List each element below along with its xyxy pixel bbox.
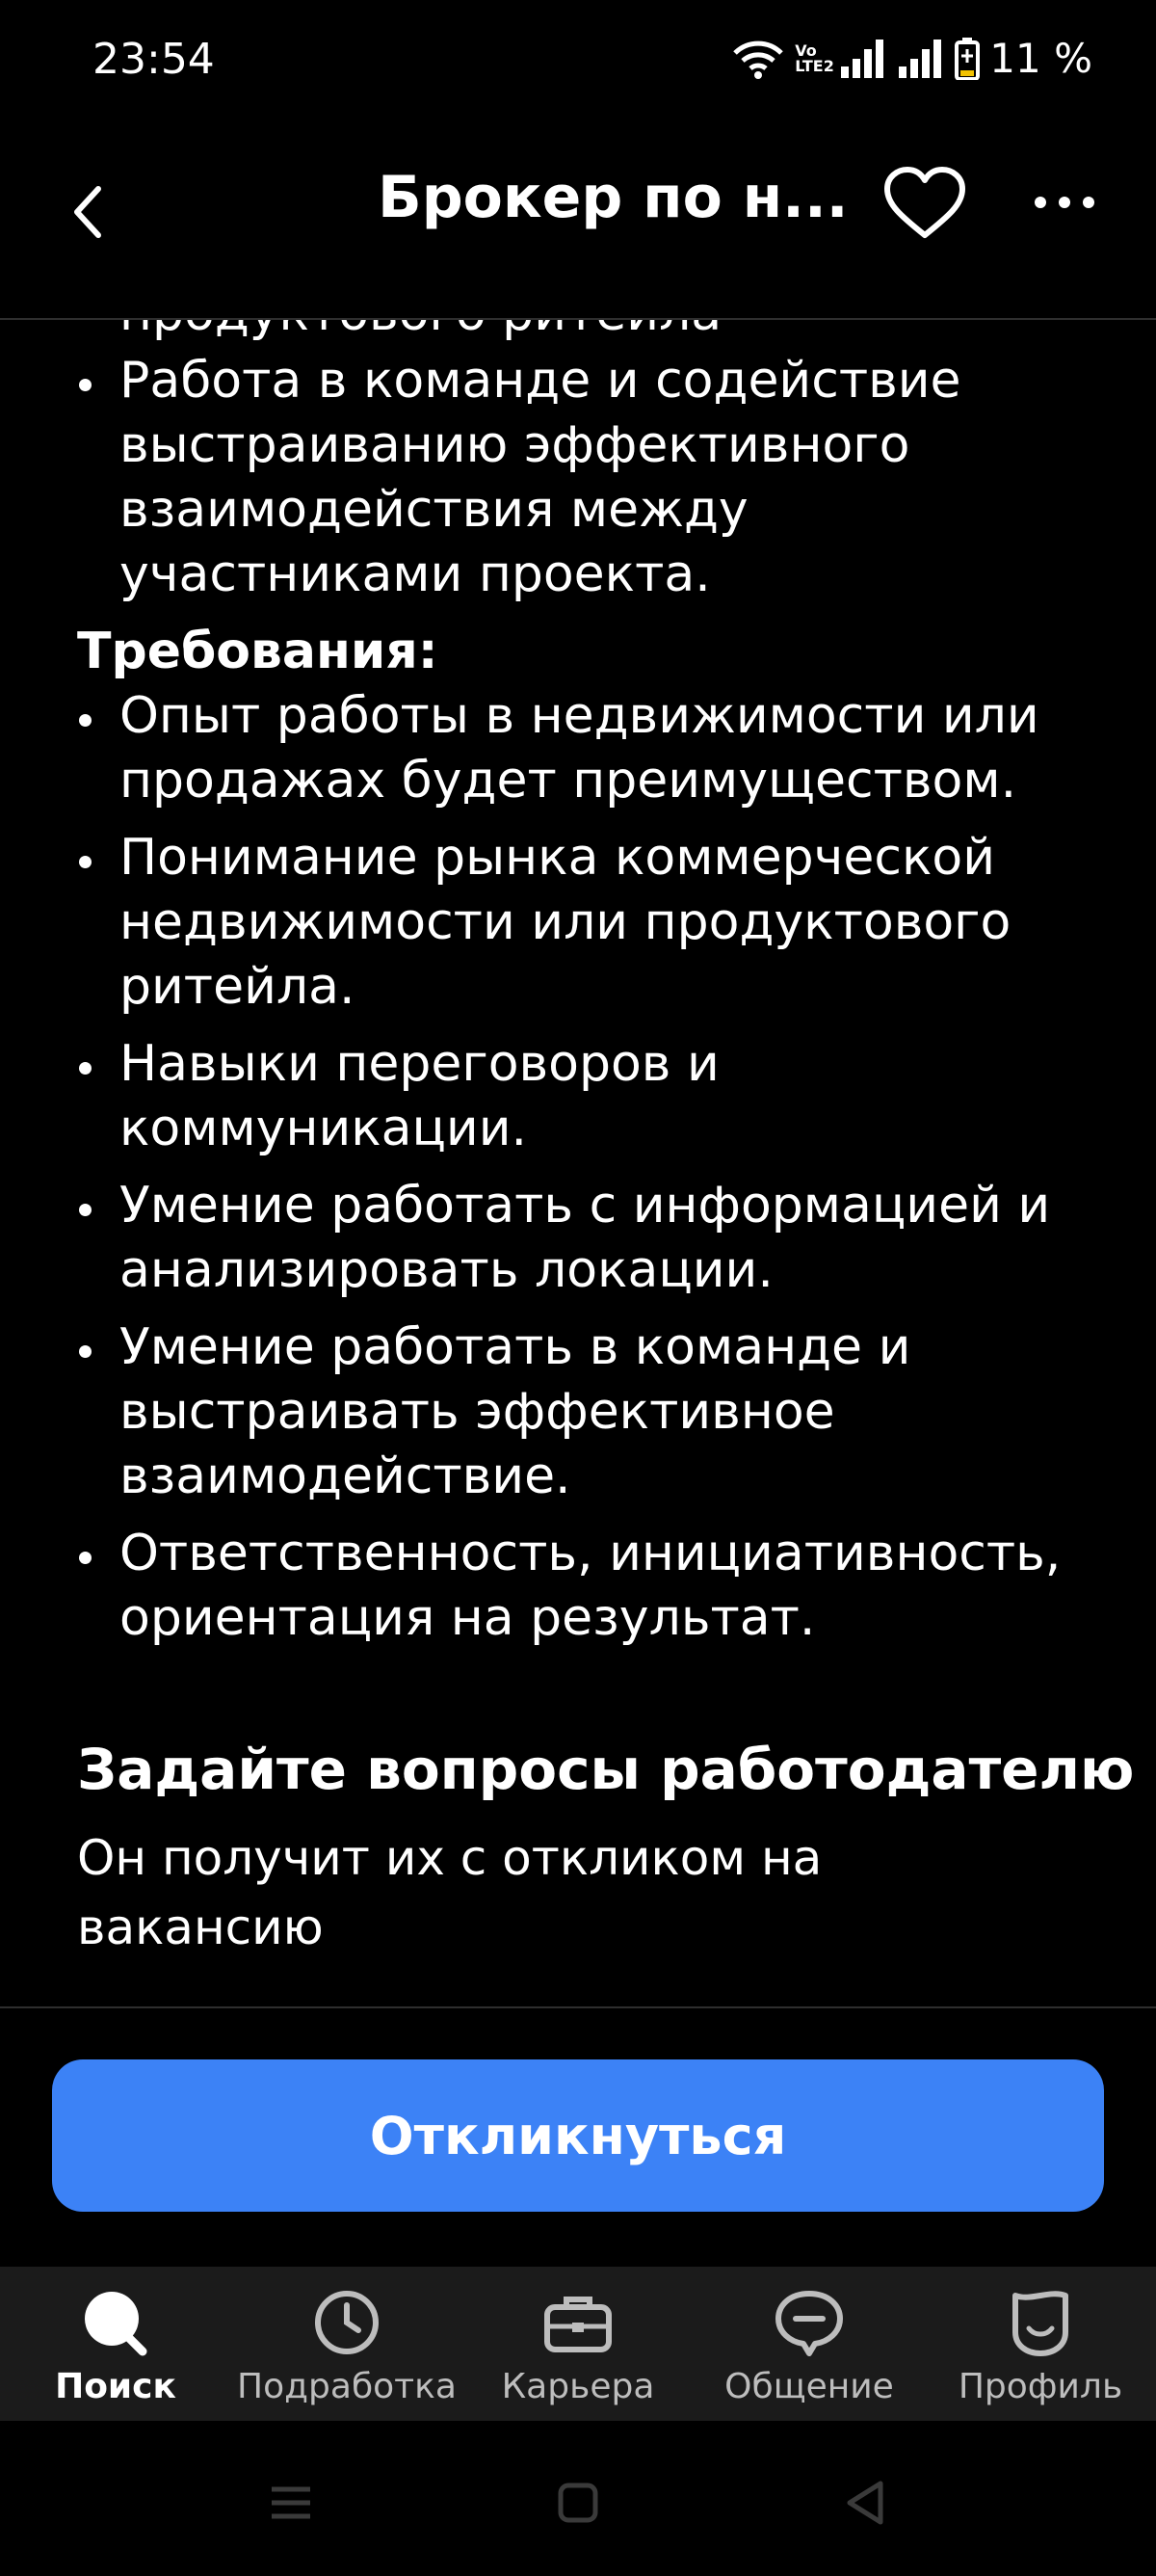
heart-icon — [884, 167, 965, 238]
list-item: Навыки переговоров и коммуникации. — [0, 1032, 1156, 1161]
back-button[interactable] — [58, 173, 116, 251]
list-item: Работа в команде и содействие выстраиван… — [0, 349, 1156, 607]
requirements-list: Опыт работы в недвижимости или продажах … — [0, 684, 1156, 1651]
home-icon[interactable] — [549, 2474, 607, 2532]
apply-button[interactable]: Откликнуться — [52, 2059, 1104, 2212]
responsibilities-list: Работа в команде и содействие выстраиван… — [0, 349, 1156, 607]
page-title: Брокер по н... — [378, 164, 849, 231]
status-time: 23:54 — [92, 35, 215, 84]
more-dots-icon — [1035, 197, 1094, 208]
chat-icon — [775, 2291, 843, 2356]
signal-icon-1 — [841, 39, 884, 78]
divider — [0, 2006, 1156, 2008]
nav-label: Подработка — [237, 2367, 457, 2406]
profile-icon — [1012, 2291, 1068, 2356]
nav-item-chat[interactable]: Общение — [694, 2267, 925, 2421]
status-icons: Vo LTE2 11 % — [731, 35, 1092, 82]
wifi-icon — [733, 40, 784, 79]
app-header: Брокер по н... — [0, 125, 1156, 320]
nav-item-profile[interactable]: Профиль — [925, 2267, 1156, 2421]
list-item: Умение работать с информацией и анализир… — [0, 1174, 1156, 1303]
clock-icon — [315, 2291, 379, 2354]
search-icon — [85, 2292, 147, 2356]
nav-label: Поиск — [55, 2367, 176, 2406]
ask-employer-subtitle: Он получит их с откликом на вакансию — [77, 1830, 823, 1955]
battery-level: 11 % — [989, 35, 1092, 82]
nav-label: Профиль — [958, 2367, 1123, 2406]
network-label: Vo LTE2 — [795, 40, 834, 75]
nav-item-search[interactable]: Поиск — [0, 2267, 231, 2421]
list-item: Понимание рынка коммерческой недвижимост… — [0, 826, 1156, 1020]
back-nav-icon[interactable] — [836, 2474, 894, 2532]
list-item: Опыт работы в недвижимости или продажах … — [0, 684, 1156, 813]
more-options-button[interactable] — [1031, 183, 1098, 222]
briefcase-icon — [544, 2297, 612, 2352]
status-bar: 23:54 Vo LTE2 11 % — [0, 0, 1156, 125]
cropped-text: продуктового ритейла — [119, 320, 722, 346]
vacancy-description[interactable]: продуктового ритейла Работа в команде и … — [0, 320, 1156, 2006]
nav-item-side-jobs[interactable]: Подработка — [231, 2267, 462, 2421]
cropped-text-line: продуктового ритейла — [0, 320, 1156, 349]
nav-label: Общение — [724, 2367, 894, 2406]
list-item: Умение работать в команде и выстраивать … — [0, 1315, 1156, 1509]
ask-employer-title: Задайте вопросы работодателю — [77, 1737, 1135, 1802]
signal-icon-2 — [899, 39, 942, 78]
bottom-nav: Поиск Подработка Карьера Общение Профиль — [0, 2267, 1156, 2421]
nav-item-career[interactable]: Карьера — [462, 2267, 694, 2421]
chevron-left-icon — [74, 186, 101, 238]
nav-label: Карьера — [501, 2367, 655, 2406]
list-item: Ответственность, инициативность, ориента… — [0, 1522, 1156, 1651]
recent-apps-icon[interactable] — [262, 2474, 320, 2532]
requirements-heading: Требования: — [77, 623, 438, 680]
battery-icon — [955, 37, 981, 80]
favorite-button[interactable] — [881, 166, 968, 243]
system-nav-bar — [0, 2421, 1156, 2576]
